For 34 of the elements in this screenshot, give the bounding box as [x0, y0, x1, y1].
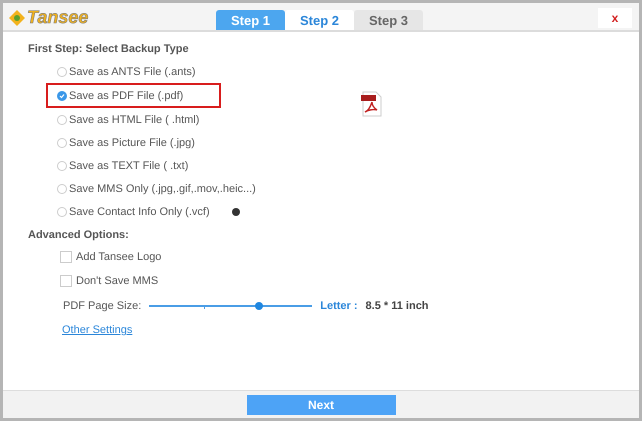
- close-button[interactable]: x: [598, 8, 632, 28]
- option-label: Save as PDF File (.pdf): [69, 90, 184, 102]
- option-label: Save Contact Info Only (.vcf): [69, 206, 210, 218]
- radio-button[interactable]: [57, 206, 67, 216]
- pdf-file-icon: [360, 91, 383, 117]
- step-tab[interactable]: Step 1: [216, 10, 285, 30]
- radio-button[interactable]: [57, 160, 67, 170]
- checkbox[interactable]: [60, 275, 72, 287]
- radio-button[interactable]: [57, 138, 67, 148]
- step-tab[interactable]: Step 3: [354, 10, 423, 30]
- page-size-name: Letter :: [320, 300, 358, 312]
- help-icon[interactable]: [232, 208, 240, 216]
- radio-button[interactable]: [57, 184, 67, 194]
- check-icon: [59, 92, 65, 98]
- section-heading: Advanced Options:: [28, 229, 130, 243]
- option-label: Save as HTML File ( .html): [69, 114, 200, 126]
- option-label: Save as Picture File (.jpg): [69, 136, 195, 148]
- option-label: Save as ANTS File (.ants): [69, 66, 196, 78]
- next-button[interactable]: Next: [246, 395, 396, 415]
- section-heading: First Step: Select Backup Type: [28, 43, 190, 57]
- step-tab[interactable]: Step 2: [285, 10, 354, 30]
- radio-button[interactable]: [57, 114, 67, 124]
- checkbox-label: Don't Save MMS: [76, 275, 158, 287]
- other-settings-link[interactable]: Other Settings: [62, 324, 132, 336]
- option-label: Save as TEXT File ( .txt): [69, 160, 188, 172]
- radio-button[interactable]: [57, 66, 67, 76]
- page-size-label: PDF Page Size:: [63, 300, 142, 312]
- logo-text: Tansee: [27, 7, 88, 28]
- option-label: Save MMS Only (.jpg,.gif,.mov,.heic...): [69, 182, 256, 194]
- page-size-value: 8.5 * 11 inch: [366, 300, 429, 312]
- checkbox[interactable]: [60, 251, 72, 263]
- checkbox-label: Add Tansee Logo: [76, 251, 162, 263]
- radio-button[interactable]: [57, 90, 67, 100]
- logo-icon: [9, 10, 25, 26]
